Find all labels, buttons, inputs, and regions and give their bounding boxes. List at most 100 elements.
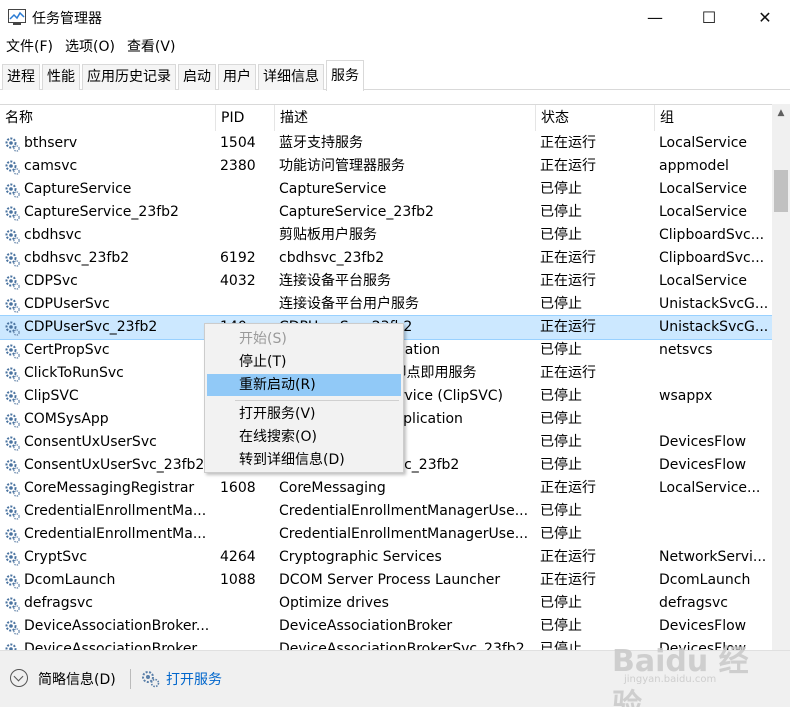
open-services-link[interactable]: 打开服务 bbox=[166, 669, 222, 689]
cell-pid: 4264 bbox=[220, 549, 256, 565]
cell-status: 已停止 bbox=[540, 204, 582, 220]
cell-status: 正在运行 bbox=[540, 250, 596, 266]
cell-group: ClipboardSvc... bbox=[659, 250, 765, 266]
menu-options[interactable]: 选项(O) bbox=[59, 36, 121, 58]
cell-description: Optimize drives bbox=[279, 595, 389, 611]
cell-name: CDPUserSvc bbox=[24, 296, 110, 312]
cell-name: DcomLaunch bbox=[24, 572, 116, 588]
cell-group: ClipboardSvc... bbox=[659, 227, 765, 243]
tab-users[interactable]: 用户 bbox=[218, 64, 256, 90]
cell-name: ClickToRunSvc bbox=[24, 365, 124, 381]
cell-description: CaptureService bbox=[279, 181, 387, 197]
column-header-status[interactable]: 状态 bbox=[536, 105, 655, 131]
window-title: 任务管理器 bbox=[32, 11, 102, 27]
table-row[interactable]: cbdhsvc_23fb2 6192 cbdhsvc_23fb2 正在运行 Clipbo… bbox=[0, 247, 772, 270]
table-row[interactable]: CDPSvc 4032 连接设备平台服务 正在运行 LocalService bbox=[0, 270, 772, 293]
cell-status: 已停止 bbox=[540, 181, 582, 197]
context-menu: 开始(S) 停止(T) 重新启动(R) 打开服务(V) 在线搜索(O) 转到详细… bbox=[204, 323, 404, 473]
ctx-start[interactable]: 开始(S) bbox=[207, 328, 401, 350]
close-icon: ✕ bbox=[758, 7, 772, 27]
fewer-details-button[interactable]: 简略信息(D) bbox=[38, 669, 116, 689]
cell-status: 正在运行 bbox=[540, 549, 596, 565]
cell-status: 已停止 bbox=[540, 342, 582, 358]
table-row[interactable]: defragsvc Optimize drives 已停止 defragsvc bbox=[0, 592, 772, 615]
cell-name: ClipSVC bbox=[24, 388, 79, 404]
cell-name: CredentialEnrollmentMa... bbox=[24, 526, 207, 542]
ctx-stop[interactable]: 停止(T) bbox=[207, 351, 401, 373]
cell-group: LocalService bbox=[659, 181, 748, 197]
baidu-watermark: Baidu 经验 jingyan.baidu.com bbox=[612, 636, 772, 707]
cell-pid bbox=[216, 592, 272, 615]
cell-name: bthserv bbox=[24, 135, 78, 151]
table-row[interactable]: camsvc 2380 功能访问管理器服务 正在运行 appmodel bbox=[0, 155, 772, 178]
table-row[interactable]: CDPUserSvc 连接设备平台用户服务 已停止 UnistackSvcG... bbox=[0, 293, 772, 316]
minimize-button[interactable]: — bbox=[632, 0, 678, 34]
close-button[interactable]: ✕ bbox=[742, 0, 788, 34]
table-row[interactable]: CoreMessagingRegistrar 1608 CoreMessaging 正… bbox=[0, 477, 772, 500]
cell-name: CDPUserSvc_23fb2 bbox=[24, 319, 158, 335]
ctx-open-services[interactable]: 打开服务(V) bbox=[207, 403, 401, 425]
tab-processes[interactable]: 进程 bbox=[2, 64, 40, 90]
cell-group bbox=[655, 500, 772, 523]
table-row[interactable]: CaptureService_23fb2 CaptureService_23fb2… bbox=[0, 201, 772, 224]
table-row[interactable]: CaptureService CaptureService 已停止 LocalServ… bbox=[0, 178, 772, 201]
cell-pid bbox=[216, 500, 272, 523]
cell-group: DevicesFlow bbox=[659, 618, 747, 634]
tab-details[interactable]: 详细信息 bbox=[258, 64, 324, 90]
cell-pid: 6192 bbox=[220, 250, 256, 266]
column-header-description[interactable]: 描述 bbox=[275, 105, 536, 131]
cell-group bbox=[655, 523, 772, 546]
watermark-logo: Baidu 经验 bbox=[612, 644, 749, 707]
cell-pid bbox=[216, 178, 272, 201]
column-header-name[interactable]: 名称 bbox=[0, 105, 216, 131]
tab-startup[interactable]: 启动 bbox=[178, 64, 216, 90]
vertical-scrollbar[interactable]: ▲ bbox=[772, 104, 790, 650]
cell-description: CredentialEnrollmentManagerUse... bbox=[279, 503, 529, 519]
table-row[interactable]: DeviceAssociationBroker... DeviceAssociat… bbox=[0, 615, 772, 638]
cell-status: 已停止 bbox=[540, 503, 582, 519]
table-row[interactable]: cbdhsvc 剪贴板用户服务 已停止 ClipboardSvc... bbox=[0, 224, 772, 247]
cell-description: 剪贴板用户服务 bbox=[279, 227, 377, 243]
cell-name: CredentialEnrollmentMa... bbox=[24, 503, 207, 519]
collapse-chevron-icon[interactable] bbox=[10, 669, 28, 687]
table-row[interactable]: CredentialEnrollmentMa... CredentialEnrol… bbox=[0, 523, 772, 546]
table-row[interactable]: CryptSvc 4264 Cryptographic Services 正在运行 Ne… bbox=[0, 546, 772, 569]
footer-divider bbox=[130, 669, 131, 689]
cell-status: 正在运行 bbox=[540, 572, 596, 588]
tab-app-history[interactable]: 应用历史记录 bbox=[82, 64, 176, 90]
cell-group: defragsvc bbox=[659, 595, 728, 611]
gears-icon bbox=[142, 671, 160, 688]
ctx-restart[interactable]: 重新启动(R) bbox=[207, 374, 401, 396]
table-header: ^ 名称 PID 描述 状态 组 bbox=[0, 105, 772, 131]
menu-view[interactable]: 查看(V) bbox=[121, 36, 182, 58]
cell-group: DcomLaunch bbox=[659, 572, 751, 588]
column-header-group[interactable]: 组 bbox=[655, 105, 772, 131]
cell-pid bbox=[216, 615, 272, 638]
table-row[interactable]: DcomLaunch 1088 DCOM Server Process Launch… bbox=[0, 569, 772, 592]
column-header-pid[interactable]: PID bbox=[216, 105, 275, 131]
cell-status: 正在运行 bbox=[540, 480, 596, 496]
scrollbar-thumb[interactable] bbox=[774, 170, 788, 212]
cell-name: CaptureService bbox=[24, 181, 132, 197]
cell-group: DevicesFlow bbox=[659, 434, 747, 450]
cell-description: CaptureService_23fb2 bbox=[279, 204, 434, 220]
maximize-button[interactable]: ☐ bbox=[686, 0, 732, 34]
tab-services[interactable]: 服务 bbox=[326, 60, 364, 91]
cell-pid: 2380 bbox=[220, 158, 256, 174]
cell-description: CoreMessaging bbox=[279, 480, 386, 496]
cell-description: 连接设备平台服务 bbox=[279, 273, 391, 289]
scroll-up-icon[interactable]: ▲ bbox=[772, 104, 790, 122]
table-row[interactable]: bthserv 1504 蓝牙支持服务 正在运行 LocalService bbox=[0, 132, 772, 155]
cell-name: DeviceAssociationBroker... bbox=[24, 618, 210, 634]
tab-performance[interactable]: 性能 bbox=[42, 64, 80, 90]
cell-name: ConsentUxUserSvc_23fb2 bbox=[24, 457, 205, 473]
menu-file[interactable]: 文件(F) bbox=[0, 36, 59, 58]
cell-status: 已停止 bbox=[540, 434, 582, 450]
cell-status: 已停止 bbox=[540, 595, 582, 611]
cell-name: CertPropSvc bbox=[24, 342, 110, 358]
cell-description: Cryptographic Services bbox=[279, 549, 442, 565]
ctx-search-online[interactable]: 在线搜索(O) bbox=[207, 426, 401, 448]
ctx-go-to-details[interactable]: 转到详细信息(D) bbox=[207, 449, 401, 471]
cell-description: 功能访问管理器服务 bbox=[279, 158, 405, 174]
table-row[interactable]: CredentialEnrollmentMa... CredentialEnrol… bbox=[0, 500, 772, 523]
